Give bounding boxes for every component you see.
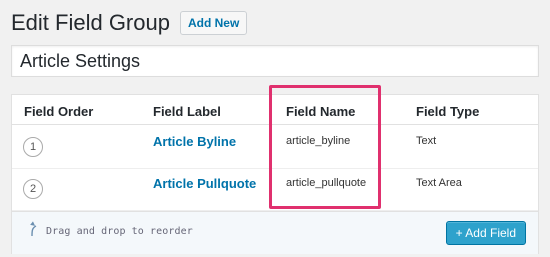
column-header-field-name: Field Name bbox=[286, 104, 356, 119]
fields-table: Field Order Field Label Field Name Field… bbox=[11, 94, 539, 254]
field-name-value: article_byline bbox=[286, 135, 351, 147]
field-type-value: Text Area bbox=[416, 177, 462, 189]
add-new-button[interactable]: Add New bbox=[179, 11, 248, 35]
table-row[interactable]: 1 Article Byline article_byline Text bbox=[12, 126, 538, 169]
page-header: Edit Field Group Add New bbox=[11, 8, 248, 38]
table-row[interactable]: 2 Article Pullquote article_pullquote Te… bbox=[12, 168, 538, 211]
reorder-hint: Drag and drop to reorder bbox=[46, 226, 193, 237]
field-type-value: Text bbox=[416, 135, 437, 147]
field-order-badge[interactable]: 2 bbox=[23, 179, 43, 199]
edit-field-group-page: Edit Field Group Add New Article Setting… bbox=[0, 0, 550, 257]
table-header: Field Order Field Label Field Name Field… bbox=[12, 95, 538, 125]
page-title: Edit Field Group bbox=[11, 10, 170, 35]
field-order-badge[interactable]: 1 bbox=[23, 137, 43, 157]
curved-arrow-up-icon bbox=[27, 220, 45, 238]
table-footer: Drag and drop to reorder + Add Field bbox=[12, 211, 538, 254]
field-label-link[interactable]: Article Byline bbox=[153, 134, 236, 149]
add-field-button[interactable]: + Add Field bbox=[445, 221, 526, 245]
group-title-input[interactable]: Article Settings bbox=[11, 45, 539, 77]
column-header-field-label: Field Label bbox=[153, 104, 221, 119]
column-header-field-order: Field Order bbox=[24, 104, 94, 119]
field-label-link[interactable]: Article Pullquote bbox=[153, 176, 256, 191]
column-header-field-type: Field Type bbox=[416, 104, 480, 119]
field-name-value: article_pullquote bbox=[286, 177, 367, 189]
